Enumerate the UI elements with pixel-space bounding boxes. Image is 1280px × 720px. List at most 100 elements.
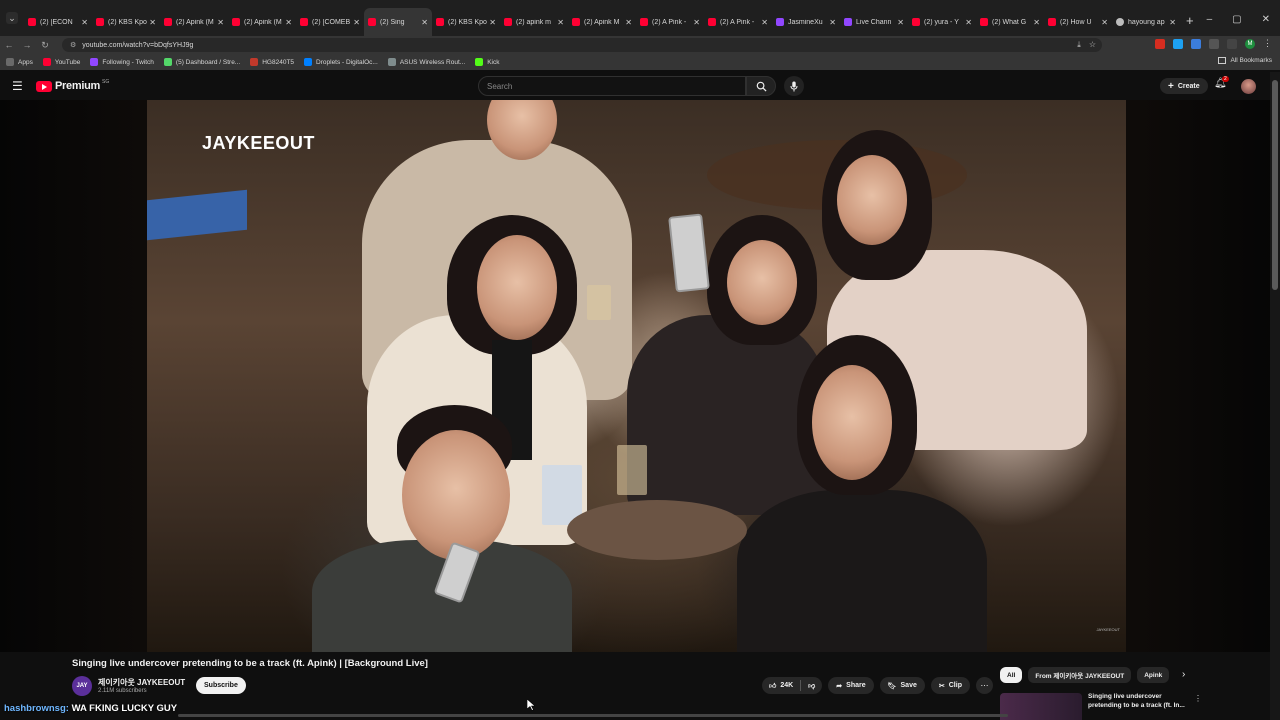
- close-tab-icon[interactable]: ✕: [829, 18, 836, 27]
- bookmark-item[interactable]: ASUS Wireless Rout...: [387, 58, 465, 66]
- bookmark-item[interactable]: Following - Twitch: [90, 58, 154, 66]
- share-button[interactable]: ➦ Share: [828, 677, 874, 694]
- url-field[interactable]: ⚙ youtube.com/watch?v=bDqfsYHJ9g ⤓ ☆: [62, 38, 1102, 52]
- browser-tab[interactable]: (2) What G ✕: [976, 8, 1044, 36]
- create-button[interactable]: + Create: [1160, 78, 1208, 94]
- close-tab-icon[interactable]: ✕: [149, 18, 156, 27]
- recommended-menu-icon[interactable]: ⋮: [1194, 694, 1202, 703]
- logo-text: Premium: [55, 80, 100, 92]
- bookmark-item[interactable]: Kick: [475, 58, 499, 66]
- tab-title: (2) Sing: [380, 18, 405, 26]
- scrollbar-thumb[interactable]: [1272, 80, 1278, 290]
- chevron-right-icon[interactable]: ›: [1182, 669, 1185, 680]
- close-window-icon[interactable]: ✕: [1262, 14, 1270, 25]
- notifications-button[interactable]: 🔔︎ 2: [1214, 76, 1229, 94]
- menu-icon[interactable]: ☰: [12, 79, 24, 93]
- video-player[interactable]: JAYKEEOUT JAYKEEOUT: [147, 100, 1126, 652]
- horizontal-scrollbar[interactable]: [178, 714, 1008, 717]
- close-tab-icon[interactable]: ✕: [489, 18, 496, 27]
- browser-tab[interactable]: (2) A Pink - ✕: [704, 8, 772, 36]
- minimize-icon[interactable]: –: [1207, 14, 1213, 25]
- close-tab-icon[interactable]: ✕: [965, 18, 972, 27]
- share-label: Share: [846, 682, 866, 689]
- filter-chip[interactable]: All: [1000, 667, 1023, 683]
- close-tab-icon[interactable]: ✕: [217, 18, 224, 27]
- extension-red-icon[interactable]: [1155, 38, 1165, 49]
- close-tab-icon[interactable]: ✕: [693, 18, 700, 27]
- search-input[interactable]: Search: [478, 76, 746, 96]
- browser-tab[interactable]: Live Chann ✕: [840, 8, 908, 36]
- recommended-thumbnail[interactable]: [1000, 693, 1082, 720]
- close-tab-icon[interactable]: ✕: [557, 18, 564, 27]
- account-avatar[interactable]: [1241, 79, 1256, 94]
- extension-tool-icon[interactable]: [1191, 38, 1201, 49]
- save-button[interactable]: 🔖︎ Save: [879, 677, 925, 694]
- filter-chip[interactable]: Apink: [1137, 667, 1170, 683]
- close-tab-icon[interactable]: ✕: [761, 18, 768, 27]
- search-button[interactable]: [746, 76, 776, 96]
- bookmark-item[interactable]: (5) Dashboard / Stre...: [163, 58, 240, 66]
- forward-icon[interactable]: →: [18, 40, 36, 50]
- new-tab-icon[interactable]: +: [1186, 13, 1194, 28]
- voice-search-button[interactable]: [784, 76, 804, 96]
- browser-tab[interactable]: (2) Apink (M ✕: [228, 8, 296, 36]
- close-tab-icon[interactable]: ✕: [1169, 18, 1176, 27]
- browser-tab[interactable]: (2) yura - Y ✕: [908, 8, 976, 36]
- maximize-icon[interactable]: ▢: [1232, 14, 1241, 25]
- chrome-menu-icon[interactable]: ⋮: [1263, 38, 1272, 49]
- back-icon[interactable]: ←: [0, 40, 18, 50]
- like-button[interactable]: 👍︎ 24K: [762, 677, 800, 694]
- tab-search-icon[interactable]: ⌄: [6, 12, 18, 24]
- close-tab-icon[interactable]: ✕: [285, 18, 292, 27]
- close-tab-icon[interactable]: ✕: [1101, 18, 1108, 27]
- browser-tab[interactable]: JasmineXu ✕: [772, 8, 840, 36]
- bookmark-item[interactable]: Apps: [6, 58, 33, 66]
- close-tab-icon[interactable]: ✕: [421, 18, 428, 27]
- site-info-icon[interactable]: ⚙: [70, 41, 76, 49]
- tab-title: Live Chann: [856, 18, 892, 26]
- subscribe-button[interactable]: Subscribe: [196, 677, 246, 694]
- all-bookmarks[interactable]: All Bookmarks: [1218, 57, 1272, 64]
- extension-blue-icon[interactable]: [1173, 38, 1183, 49]
- close-tab-icon[interactable]: ✕: [625, 18, 632, 27]
- channel-avatar[interactable]: JAY: [72, 676, 92, 696]
- browser-tab[interactable]: (2) Apink (M ✕: [160, 8, 228, 36]
- plus-icon: +: [1168, 80, 1174, 92]
- browser-tab[interactable]: (2) How U ✕: [1044, 8, 1112, 36]
- close-tab-icon[interactable]: ✕: [897, 18, 904, 27]
- channel-name[interactable]: 제이키아웃 JAYKEEOUT: [98, 677, 185, 688]
- close-tab-icon[interactable]: ✕: [353, 18, 360, 27]
- browser-tab[interactable]: (2) KBS Kpo ✕: [432, 8, 500, 36]
- browser-tab[interactable]: (2) Sing ✕: [364, 8, 432, 36]
- browser-tab[interactable]: (2) [COMEB ✕: [296, 8, 364, 36]
- browser-tab[interactable]: (2) A Pink - ✕: [636, 8, 704, 36]
- more-actions-button[interactable]: ⋯: [975, 677, 993, 694]
- dislike-button[interactable]: 👎︎: [801, 677, 822, 694]
- filter-chip[interactable]: From 제이키아웃 JAYKEEOUT: [1028, 667, 1132, 683]
- recommended-title[interactable]: Singing live undercover pretending to be…: [1088, 693, 1188, 713]
- clip-button[interactable]: ✂ Clip: [930, 677, 970, 694]
- youtube-logo[interactable]: Premium SG: [36, 79, 109, 92]
- browser-tab[interactable]: (2) Apink M ✕: [568, 8, 636, 36]
- like-count: 24K: [780, 682, 794, 689]
- extensions-puzzle-icon[interactable]: [1209, 38, 1219, 49]
- reload-icon[interactable]: ↻: [36, 40, 54, 51]
- close-tab-icon[interactable]: ✕: [81, 18, 88, 27]
- close-tab-icon[interactable]: ✕: [1033, 18, 1040, 27]
- browser-tab[interactable]: (2) [ECON ✕: [24, 8, 92, 36]
- person-right-face: [837, 155, 907, 245]
- tab-title: (2) yura - Y: [924, 18, 959, 26]
- bookmark-item[interactable]: YouTube: [42, 58, 80, 66]
- sidepanel-icon[interactable]: [1227, 38, 1237, 49]
- bookmark-item[interactable]: HG8240T5: [250, 58, 294, 66]
- tab-title: (2) KBS Kpo: [448, 18, 487, 26]
- address-bar: ← → ↻ ⚙ youtube.com/watch?v=bDqfsYHJ9g ⤓…: [0, 36, 1280, 54]
- browser-tab[interactable]: hayoung ap ✕: [1112, 8, 1180, 36]
- bookmark-item[interactable]: Droplets - DigitalOc...: [304, 58, 378, 66]
- profile-icon[interactable]: M: [1245, 38, 1255, 49]
- bookmark-star-icon[interactable]: ☆: [1089, 40, 1096, 50]
- browser-tab[interactable]: (2) apink m ✕: [500, 8, 568, 36]
- install-icon[interactable]: ⤓: [1077, 40, 1081, 50]
- browser-tab[interactable]: (2) KBS Kpop ✕: [92, 8, 160, 36]
- thumbs-up-icon: 👍︎: [769, 683, 777, 690]
